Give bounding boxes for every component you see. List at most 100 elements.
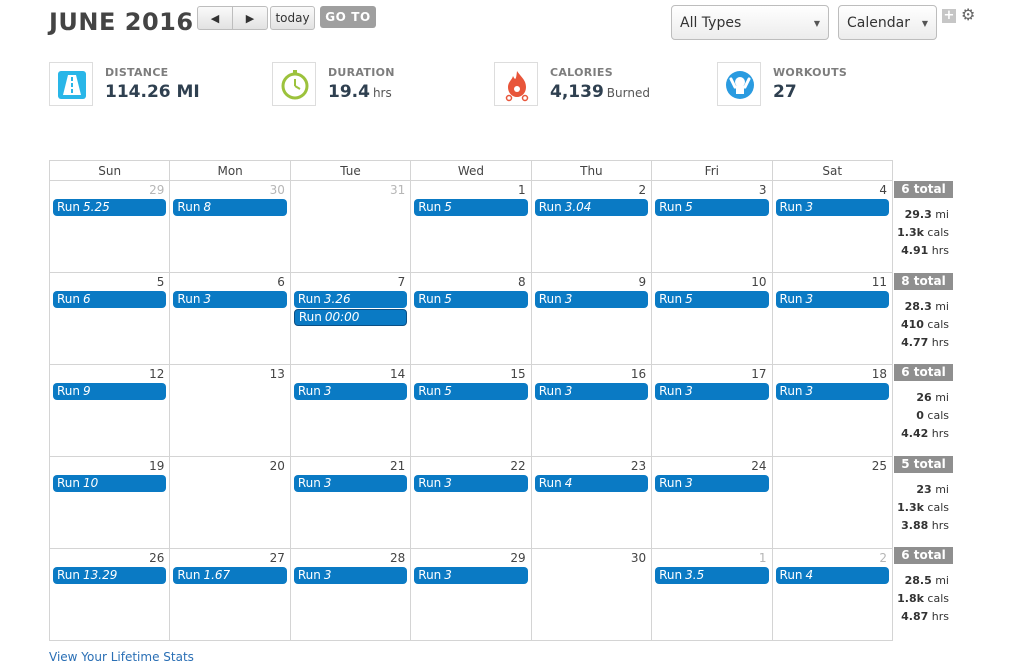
workout-event[interactable]: Run 3 bbox=[414, 567, 528, 584]
week-miles: 26 mi bbox=[916, 391, 949, 404]
day-number: 17 bbox=[751, 367, 767, 381]
workout-event[interactable]: Run 3 bbox=[173, 291, 287, 308]
next-month-button[interactable]: ▶ bbox=[232, 6, 268, 30]
day-cell[interactable]: 12 Run 9 bbox=[48, 364, 171, 457]
stat-label: CALORIES bbox=[550, 66, 613, 79]
workout-event[interactable]: Run 3 bbox=[414, 475, 528, 492]
activity-type-value: All Types bbox=[680, 14, 742, 31]
workout-event[interactable]: Run 5 bbox=[414, 383, 528, 400]
view-select[interactable]: Calendar ▼ bbox=[838, 5, 937, 40]
workout-type: Run bbox=[418, 292, 442, 306]
day-cell[interactable]: 2 Run 4 bbox=[771, 548, 894, 641]
day-cell[interactable]: 2 Run 3.04 bbox=[530, 180, 653, 273]
workout-event[interactable]: Run 4 bbox=[775, 567, 889, 584]
day-cell[interactable]: 28 Run 3 bbox=[289, 548, 412, 641]
day-cell[interactable]: 15 Run 5 bbox=[410, 364, 532, 457]
workout-event[interactable]: Run 3 bbox=[655, 475, 769, 492]
stat-value: 27 bbox=[773, 82, 797, 102]
workout-type: Run bbox=[659, 292, 683, 306]
workout-event[interactable]: Run 5 bbox=[414, 291, 528, 308]
week-summary: 8 total 28.3 mi 410 cals 4.77 hrs bbox=[894, 273, 953, 352]
workout-distance: 5 bbox=[444, 200, 452, 214]
workout-event[interactable]: Run 3 bbox=[775, 291, 889, 308]
day-cell[interactable]: 8 Run 5 bbox=[410, 272, 532, 365]
day-number: 30 bbox=[269, 183, 285, 197]
day-cell[interactable]: 1 Run 3.5 bbox=[651, 548, 773, 641]
day-number: 23 bbox=[630, 459, 647, 473]
activity-type-select[interactable]: All Types ▼ bbox=[671, 5, 829, 40]
add-icon[interactable]: + bbox=[942, 9, 956, 23]
day-cell[interactable]: 7 Run 3.26 Run 00:00 bbox=[289, 272, 412, 365]
day-cell[interactable]: 19 Run 10 bbox=[48, 456, 171, 549]
day-cell[interactable]: 25 bbox=[771, 456, 894, 549]
lifetime-stats-link[interactable]: View Your Lifetime Stats bbox=[49, 650, 194, 664]
day-cell[interactable]: 17 Run 3 bbox=[651, 364, 773, 457]
weekday-header: Sun bbox=[48, 160, 171, 181]
workout-event[interactable]: Run 10 bbox=[53, 475, 167, 492]
workout-type: Run bbox=[659, 200, 683, 214]
workout-event[interactable]: Run 3 bbox=[775, 199, 889, 216]
workout-event[interactable]: Run 13.29 bbox=[53, 567, 167, 584]
day-cell[interactable]: 29 Run 5.25 bbox=[48, 180, 171, 273]
day-number: 2 bbox=[879, 551, 887, 565]
workout-type: Run bbox=[297, 476, 321, 490]
workout-event[interactable]: Run 3 bbox=[293, 475, 408, 492]
workout-event[interactable]: Run 3 bbox=[655, 383, 769, 400]
day-cell[interactable]: 16 Run 3 bbox=[530, 364, 653, 457]
workout-event[interactable]: Run 5 bbox=[655, 199, 769, 216]
workout-event[interactable]: Run 00:00 bbox=[293, 309, 408, 326]
workout-distance: 3 bbox=[685, 384, 693, 398]
workout-type: Run bbox=[57, 384, 81, 398]
workout-event[interactable]: Run 3 bbox=[293, 567, 408, 584]
goto-button[interactable]: GO TO bbox=[320, 6, 376, 28]
week-row: 5 Run 6 6 Run 3 7 Run 3.26 Run 00:00 8 Run 5 9 Run 3 10 Ru… bbox=[48, 272, 894, 365]
day-cell[interactable]: 23 Run 4 bbox=[530, 456, 653, 549]
workout-event[interactable]: Run 9 bbox=[53, 383, 167, 400]
workout-event[interactable]: Run 8 bbox=[173, 199, 287, 216]
workout-type: Run bbox=[779, 200, 803, 214]
workout-event[interactable]: Run 5 bbox=[655, 291, 769, 308]
day-cell[interactable]: 30 Run 8 bbox=[169, 180, 291, 273]
day-cell[interactable]: 13 bbox=[169, 364, 291, 457]
workout-event[interactable]: Run 3.04 bbox=[534, 199, 649, 216]
workout-event[interactable]: Run 3.26 bbox=[293, 291, 408, 308]
day-cell[interactable]: 10 Run 5 bbox=[651, 272, 773, 365]
day-number: 15 bbox=[510, 367, 526, 381]
workout-event[interactable]: Run 3 bbox=[534, 291, 649, 308]
workout-event[interactable]: Run 5 bbox=[414, 199, 528, 216]
day-cell[interactable]: 31 bbox=[289, 180, 412, 273]
day-cell[interactable]: 22 Run 3 bbox=[410, 456, 532, 549]
day-cell[interactable]: 21 Run 3 bbox=[289, 456, 412, 549]
day-cell[interactable]: 27 Run 1.67 bbox=[169, 548, 291, 641]
day-cell[interactable]: 26 Run 13.29 bbox=[48, 548, 171, 641]
gear-icon[interactable]: ⚙ bbox=[961, 5, 975, 24]
day-cell[interactable]: 5 Run 6 bbox=[48, 272, 171, 365]
workout-type: Run bbox=[418, 200, 442, 214]
workout-event[interactable]: Run 3 bbox=[293, 383, 408, 400]
day-cell[interactable]: 24 Run 3 bbox=[651, 456, 773, 549]
workout-event[interactable]: Run 1.67 bbox=[173, 567, 287, 584]
day-cell[interactable]: 6 Run 3 bbox=[169, 272, 291, 365]
day-number: 7 bbox=[397, 275, 406, 289]
day-cell[interactable]: 3 Run 5 bbox=[651, 180, 773, 273]
prev-month-button[interactable]: ◀ bbox=[197, 6, 233, 30]
day-cell[interactable]: 14 Run 3 bbox=[289, 364, 412, 457]
workout-event[interactable]: Run 3.5 bbox=[655, 567, 769, 584]
workout-event[interactable]: Run 4 bbox=[534, 475, 649, 492]
road-icon bbox=[49, 62, 93, 106]
day-cell[interactable]: 30 bbox=[530, 548, 653, 641]
workout-distance: 3 bbox=[805, 292, 814, 306]
day-cell[interactable]: 11 Run 3 bbox=[771, 272, 894, 365]
day-cell[interactable]: 1 Run 5 bbox=[410, 180, 532, 273]
day-cell[interactable]: 20 bbox=[169, 456, 291, 549]
today-button[interactable]: today bbox=[270, 6, 315, 30]
workout-event[interactable]: Run 5.25 bbox=[53, 199, 167, 216]
day-cell[interactable]: 18 Run 3 bbox=[771, 364, 894, 457]
day-cell[interactable]: 9 Run 3 bbox=[530, 272, 653, 365]
day-cell[interactable]: 29 Run 3 bbox=[410, 548, 532, 641]
workout-event[interactable]: Run 6 bbox=[53, 291, 167, 308]
workout-event[interactable]: Run 3 bbox=[775, 383, 889, 400]
day-cell[interactable]: 4 Run 3 bbox=[771, 180, 894, 273]
workout-event[interactable]: Run 3 bbox=[534, 383, 649, 400]
week-row: 12 Run 9 13 14 Run 3 15 Run 5 16 Run 3 17 Run 3 18 Run 3 bbox=[48, 364, 894, 457]
